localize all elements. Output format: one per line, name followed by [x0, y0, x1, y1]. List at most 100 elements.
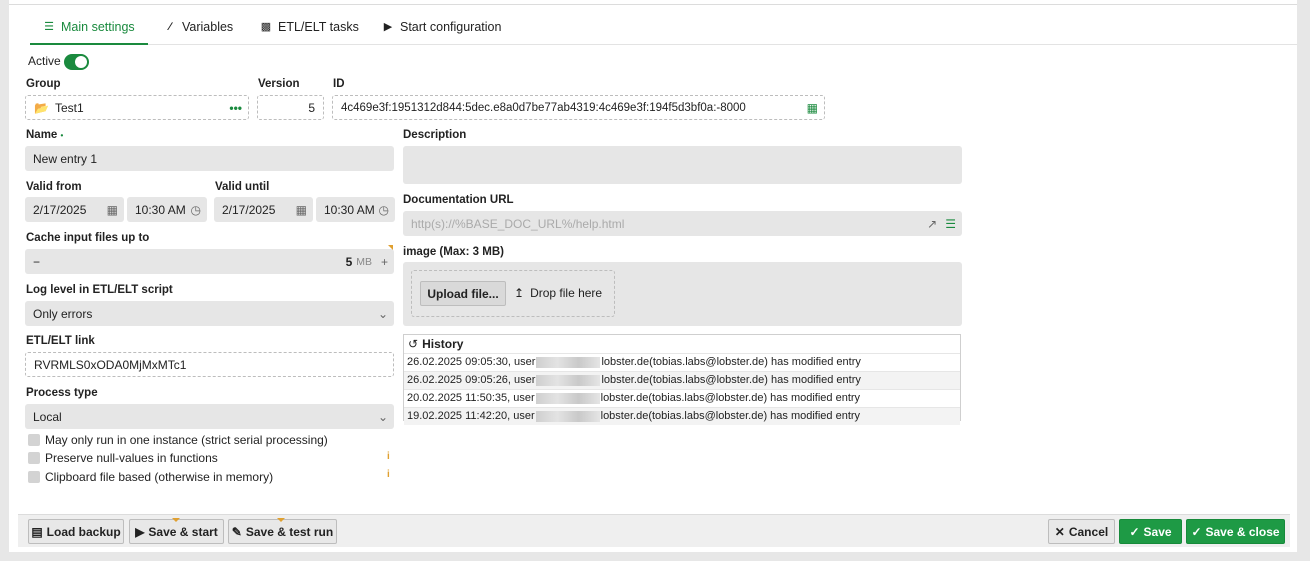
folder-icon: 📂	[34, 100, 49, 115]
valid-until-label: Valid until	[215, 181, 270, 193]
history-icon: ↺	[408, 337, 419, 351]
log-level-select[interactable]: Only errors ⌄	[25, 301, 394, 326]
drop-file-hint: ↥ Drop file here	[514, 286, 603, 300]
serial-processing-checkbox[interactable]	[28, 434, 40, 446]
variables-icon: ∕	[169, 21, 171, 33]
group-field[interactable]: 📂 Test1 •••	[25, 95, 249, 120]
calendar-icon[interactable]: ▦	[107, 197, 118, 222]
name-label: Name •	[26, 129, 64, 141]
description-label: Description	[403, 129, 467, 141]
clipboard-file-label: Clipboard file based (otherwise in memor…	[45, 470, 274, 484]
history-row: 26.02.2025 09:05:30, user lobster.de(tob…	[404, 353, 960, 371]
history-row: 19.02.2025 11:42:20, user lobster.de(tob…	[404, 407, 960, 425]
history-panel: ↺ History 26.02.2025 09:05:30, user lobs…	[403, 334, 961, 425]
group-value: Test1	[54, 100, 84, 115]
tasks-icon: ▩	[260, 21, 272, 33]
cache-stepper[interactable]: − 5 MB +	[25, 249, 394, 274]
log-level-label: Log level in ETL/ELT script	[26, 284, 173, 296]
redacted-user	[535, 393, 600, 404]
version-field[interactable]: 5	[257, 95, 324, 120]
redacted-user	[536, 375, 601, 386]
external-link-icon[interactable]: ↗	[927, 217, 937, 231]
play-circle-icon: ▶	[383, 21, 393, 33]
history-row: 20.02.2025 11:50:35, user lobster.de(tob…	[404, 389, 960, 407]
image-label: image (Max: 3 MB)	[403, 246, 504, 258]
valid-from-label: Valid from	[26, 181, 82, 193]
valid-until-time[interactable]: 10:30 AM ◷	[316, 197, 395, 222]
image-upload-area: Upload file... ↥ Drop file here	[403, 262, 962, 326]
tab-main-settings[interactable]: ☰ Main settings	[30, 11, 148, 45]
id-value: 4c469e3f:1951312d844:5dec.e8a0d7be77ab43…	[341, 101, 746, 114]
pencil-icon: ✎	[231, 524, 242, 539]
id-field[interactable]: 4c469e3f:1951312d844:5dec.e8a0d7be77ab43…	[332, 95, 825, 120]
clock-icon[interactable]: ◷	[379, 197, 389, 222]
footer-toolbar: ▤ Load backup ▶ Save & start ✎ Save & te…	[18, 514, 1290, 547]
documentation-url-label: Documentation URL	[403, 194, 514, 206]
preserve-null-checkbox[interactable]	[28, 452, 40, 464]
check-icon: ✓	[1129, 524, 1140, 539]
save-start-button[interactable]: ▶ Save & start	[129, 518, 224, 544]
tab-etl-elt-tasks[interactable]: ▩ ETL/ELT tasks	[260, 11, 359, 43]
plus-icon[interactable]: +	[381, 249, 388, 274]
save-test-run-button[interactable]: ✎ Save & test run	[228, 518, 337, 544]
active-toggle[interactable]	[64, 54, 89, 70]
tab-bar: ☰ Main settings ∕ Variables ▩ ETL/ELT ta…	[30, 11, 1297, 45]
active-label: Active	[28, 54, 61, 68]
info-icon[interactable]: i	[387, 451, 390, 462]
load-backup-button[interactable]: ▤ Load backup	[28, 519, 124, 544]
name-input[interactable]: New entry 1	[25, 146, 394, 171]
tab-variables[interactable]: ∕ Variables	[164, 11, 233, 43]
list-icon: ☰	[44, 21, 54, 33]
drop-zone[interactable]: Upload file... ↥ Drop file here	[411, 270, 615, 317]
chevron-down-icon: ⌄	[377, 306, 388, 321]
process-type-select[interactable]: Local ⌄	[25, 404, 394, 429]
cache-label: Cache input files up to	[26, 232, 150, 244]
redacted-user	[535, 411, 600, 422]
process-type-label: Process type	[26, 387, 98, 399]
preserve-null-label: Preserve null-values in functions	[45, 451, 218, 465]
chevron-down-icon: ⌄	[377, 409, 388, 424]
version-value: 5	[308, 100, 315, 115]
valid-until-date[interactable]: 2/17/2025 ▦	[214, 197, 313, 222]
id-label: ID	[333, 78, 345, 90]
minus-icon[interactable]: −	[33, 255, 40, 269]
close-icon: ✕	[1054, 524, 1065, 539]
cache-value: 5	[345, 254, 353, 269]
upload-file-button[interactable]: Upload file...	[420, 281, 506, 306]
top-divider	[9, 4, 1297, 5]
group-label: Group	[26, 78, 61, 90]
redacted-user	[536, 357, 601, 368]
name-value: New entry 1	[33, 151, 98, 166]
cache-unit: MB	[356, 255, 372, 268]
save-close-button[interactable]: ✓ Save & close	[1186, 519, 1285, 544]
history-header: ↺ History	[408, 337, 464, 351]
calendar-icon[interactable]: ▦	[296, 197, 307, 222]
clock-icon[interactable]: ◷	[191, 197, 201, 222]
search-id-icon[interactable]: ▦	[807, 96, 818, 119]
backup-icon: ▤	[31, 524, 43, 539]
required-mark: •	[60, 131, 64, 140]
clipboard-file-checkbox[interactable]	[28, 471, 40, 483]
tab-start-configuration[interactable]: ▶ Start configuration	[382, 11, 502, 43]
etl-link-label: ETL/ELT link	[26, 335, 95, 347]
more-icon[interactable]: •••	[229, 96, 242, 119]
check-icon: ✓	[1191, 524, 1202, 539]
serial-processing-label: May only run in one instance (strict ser…	[45, 433, 328, 447]
version-label: Version	[258, 78, 300, 90]
valid-from-time[interactable]: 10:30 AM ◷	[127, 197, 207, 222]
valid-from-date[interactable]: 2/17/2025 ▦	[25, 197, 124, 222]
info-icon[interactable]: i	[387, 469, 390, 480]
modified-marker	[172, 518, 180, 522]
play-circle-icon: ▶	[135, 524, 145, 539]
modified-marker	[388, 245, 393, 250]
documentation-url-input[interactable]: http(s)://%BASE_DOC_URL%/help.html ↗ ☰	[403, 211, 962, 236]
modified-marker	[277, 518, 285, 522]
etl-link-field[interactable]: RVRMLS0xODA0MjMxMTc1	[25, 352, 394, 377]
cancel-button[interactable]: ✕ Cancel	[1048, 519, 1115, 544]
menu-icon[interactable]: ☰	[945, 217, 956, 231]
main-panel: ☰ Main settings ∕ Variables ▩ ETL/ELT ta…	[9, 0, 1297, 552]
history-row: 26.02.2025 09:05:26, user lobster.de(tob…	[404, 371, 960, 389]
upload-icon: ↥	[514, 286, 525, 300]
description-input[interactable]	[403, 146, 962, 184]
save-button[interactable]: ✓ Save	[1119, 519, 1182, 544]
